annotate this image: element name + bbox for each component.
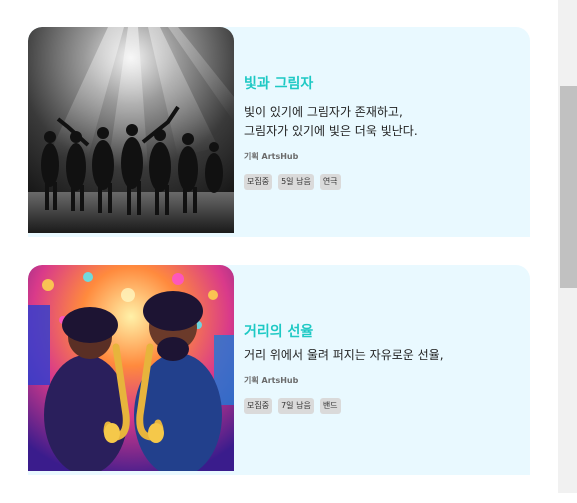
status-badge: 모집중 — [244, 174, 273, 190]
card-body: 거리의 선율 거리 위에서 울려 퍼지는 자유로운 선율, 기획 ArtsHub… — [244, 265, 520, 414]
card-description: 거리 위에서 울려 퍼지는 자유로운 선율, — [244, 348, 444, 362]
card-description: 빛이 있기에 그림자가 존재하고, 그림자가 있기에 빛은 더욱 빛난다. — [244, 105, 418, 138]
dancers-image — [28, 27, 234, 233]
vertical-scrollbar[interactable] — [558, 0, 577, 493]
project-card[interactable]: 빛과 그림자 빛이 있기에 그림자가 존재하고, 그림자가 있기에 빛은 더욱 … — [28, 27, 530, 237]
project-card[interactable]: 거리의 선율 거리 위에서 울려 퍼지는 자유로운 선율, 기획 ArtsHub… — [28, 265, 530, 475]
saxophonists-image — [28, 265, 234, 471]
card-list: 빛과 그림자 빛이 있기에 그림자가 존재하고, 그림자가 있기에 빛은 더욱 … — [28, 27, 530, 503]
card-tags: 모집중 7일 남음 밴드 — [244, 398, 520, 414]
deadline-badge: 5일 남음 — [278, 174, 314, 190]
card-image-dancers[interactable] — [28, 27, 234, 233]
card-organizer: 기획 ArtsHub — [244, 376, 299, 385]
card-organizer: 기획 ArtsHub — [244, 152, 299, 161]
card-tags: 모집중 5일 남음 연극 — [244, 174, 520, 190]
scrollbar-thumb[interactable] — [560, 86, 577, 288]
card-title[interactable]: 거리의 선율 — [244, 321, 520, 341]
deadline-badge: 7일 남음 — [278, 398, 314, 414]
card-title[interactable]: 빛과 그림자 — [244, 73, 520, 93]
category-badge: 연극 — [319, 174, 341, 190]
card-image-saxophonists[interactable] — [28, 265, 234, 471]
status-badge: 모집중 — [244, 398, 273, 414]
category-badge: 밴드 — [319, 398, 341, 414]
card-body: 빛과 그림자 빛이 있기에 그림자가 존재하고, 그림자가 있기에 빛은 더욱 … — [244, 27, 520, 190]
